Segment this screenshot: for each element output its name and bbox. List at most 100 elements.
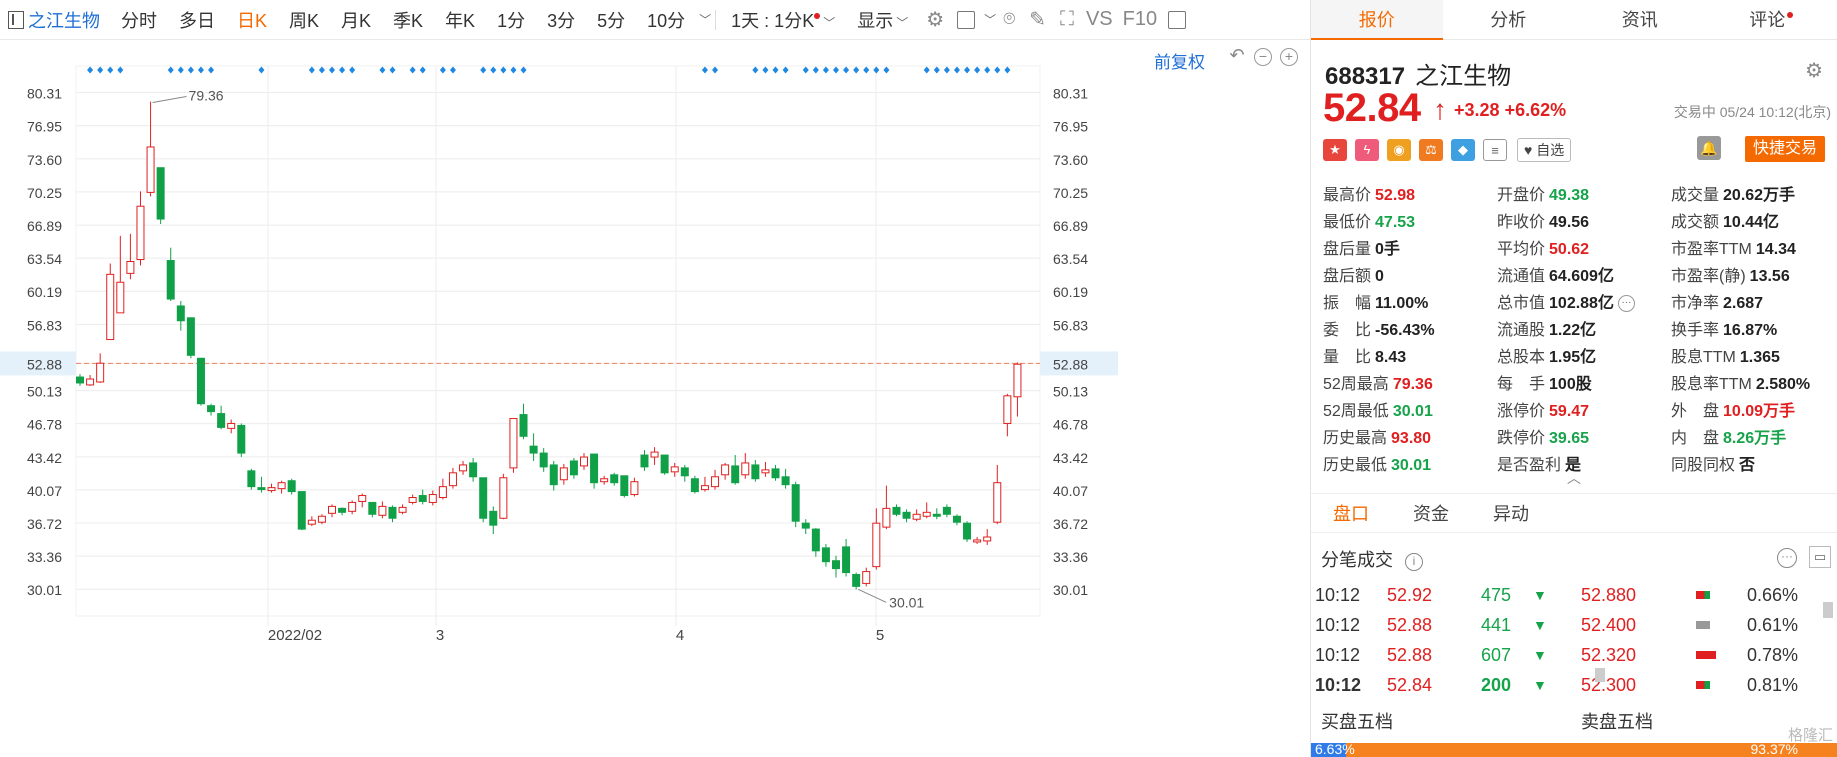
event-diamond[interactable] [712,66,719,74]
scrollbar-thumb[interactable] [1823,602,1833,618]
coins-icon[interactable]: ◉ [1387,139,1411,161]
period-tab[interactable]: 年K [434,7,486,33]
event-diamond[interactable] [419,66,426,74]
event-diamond[interactable] [409,66,416,74]
event-diamond[interactable] [812,66,819,74]
event-diamond[interactable] [873,66,880,74]
chevron-down-icon[interactable]: ﹀ [984,11,996,28]
panel-toggle-icon[interactable] [1168,10,1187,29]
camera-icon[interactable]: ⌾ [996,8,1022,31]
event-diamond[interactable] [964,66,971,74]
event-diamond[interactable] [167,66,174,74]
panel-tab[interactable]: 分析 [1443,0,1575,39]
period-tab[interactable]: 多日 [168,7,226,33]
stock-name-link[interactable]: 之江生物 [24,7,110,33]
event-diamond[interactable] [782,66,789,74]
event-diamond[interactable] [208,66,215,74]
event-diamond[interactable] [97,66,104,74]
event-diamond[interactable] [107,66,114,74]
event-diamond[interactable] [943,66,950,74]
compare-button[interactable]: VS [1081,8,1118,31]
event-diamond[interactable] [752,66,759,74]
period-tab[interactable]: 10分 [636,7,696,33]
event-diamond[interactable] [449,66,456,74]
event-diamond[interactable] [480,66,487,74]
scrollbar-thumb[interactable] [1595,668,1605,682]
event-diamond[interactable] [87,66,94,74]
event-diamond[interactable] [490,66,497,74]
undo-icon[interactable]: ↶ [1228,46,1246,66]
settings-gear-icon[interactable]: ⚙ [1805,58,1823,83]
event-diamond[interactable] [833,66,839,74]
event-diamond[interactable] [329,66,335,74]
event-diamond[interactable] [923,66,930,74]
event-diamond[interactable] [258,66,265,74]
adjust-mode-button[interactable]: 前复权 [1154,48,1205,73]
period-tab[interactable]: 1分 [486,7,536,33]
period-tab[interactable]: 3分 [536,7,586,33]
collapse-chevron-icon[interactable]: ︿ [1567,468,1581,488]
event-diamond[interactable] [318,66,325,74]
event-diamond[interactable] [308,66,315,74]
event-diamond[interactable] [379,66,386,74]
pencil-icon[interactable]: ✎ [1022,7,1053,32]
document-icon[interactable]: ≡ [1483,139,1507,161]
event-diamond[interactable] [802,66,809,74]
kline-chart[interactable]: 80.31 80.31 76.95 76.95 73.60 73.60 70.25 70.25… [0,41,1310,757]
sub-tab[interactable]: 资金 [1391,494,1471,532]
event-diamond[interactable] [187,66,194,74]
indicator-box-icon[interactable] [957,10,976,29]
more-periods-icon[interactable]: ﹀ [699,11,711,28]
event-diamond[interactable] [974,66,981,74]
tag-icon[interactable]: ◆ [1451,139,1475,161]
sub-tab[interactable]: 异动 [1471,494,1551,532]
zoom-out-icon[interactable]: − [1254,48,1272,66]
add-watchlist-button[interactable]: ♥ 自选 [1517,138,1572,162]
fast-trade-button[interactable]: 快捷交易 [1744,136,1825,162]
window-icon[interactable]: ▭ [1809,546,1831,568]
gear-icon[interactable]: ⚙ [919,7,951,32]
event-diamond[interactable] [772,66,779,74]
event-diamond[interactable] [822,66,829,74]
panel-tab[interactable]: 资讯 [1574,0,1706,39]
period-tab[interactable]: 5分 [586,7,636,33]
period-tab[interactable]: 分时 [110,7,168,33]
event-diamond[interactable] [863,66,870,74]
sidebar-toggle-icon[interactable] [8,10,24,29]
info-icon[interactable]: i [1405,553,1423,571]
period-tab[interactable]: 季K [382,7,434,33]
event-diamond[interactable] [762,66,769,74]
more-icon[interactable]: ··· [1617,295,1635,312]
period-tab[interactable]: 月K [330,7,382,33]
event-diamond[interactable] [197,66,204,74]
event-diamond[interactable] [843,66,850,74]
sub-tab[interactable]: 盘口 [1311,494,1391,532]
period-tab[interactable]: 日K [226,7,278,33]
panel-tab[interactable]: 评论 [1706,0,1837,39]
event-diamond[interactable] [117,66,124,74]
panel-tab[interactable]: 报价 [1311,0,1443,40]
event-diamond[interactable] [1004,66,1011,74]
period-tab[interactable]: 周K [278,7,330,33]
event-diamond[interactable] [439,66,446,74]
event-diamond[interactable] [349,66,356,74]
display-menu[interactable]: 显示 ﹀ [846,7,919,33]
event-diamond[interactable] [500,66,507,74]
event-diamond[interactable] [520,66,527,74]
fullscreen-icon[interactable]: ⛶ [1053,8,1081,31]
event-diamond[interactable] [701,66,708,74]
event-diamond[interactable] [984,66,991,74]
event-diamond[interactable] [933,66,940,74]
scale-icon[interactable]: ⚖ [1419,139,1443,161]
event-markers[interactable] [87,66,1011,74]
bell-icon[interactable]: 🔔 [1697,136,1721,160]
more-options-icon[interactable]: ··· [1777,548,1797,568]
event-diamond[interactable] [953,66,960,74]
range-selector[interactable]: 1天 : 1分K ﹀ [720,7,846,33]
f10-button[interactable]: F10 [1118,8,1162,31]
event-diamond[interactable] [339,66,346,74]
event-diamond[interactable] [883,66,890,74]
china-flag-icon[interactable]: ★ [1323,139,1347,161]
event-diamond[interactable] [853,66,860,74]
event-diamond[interactable] [389,66,396,74]
